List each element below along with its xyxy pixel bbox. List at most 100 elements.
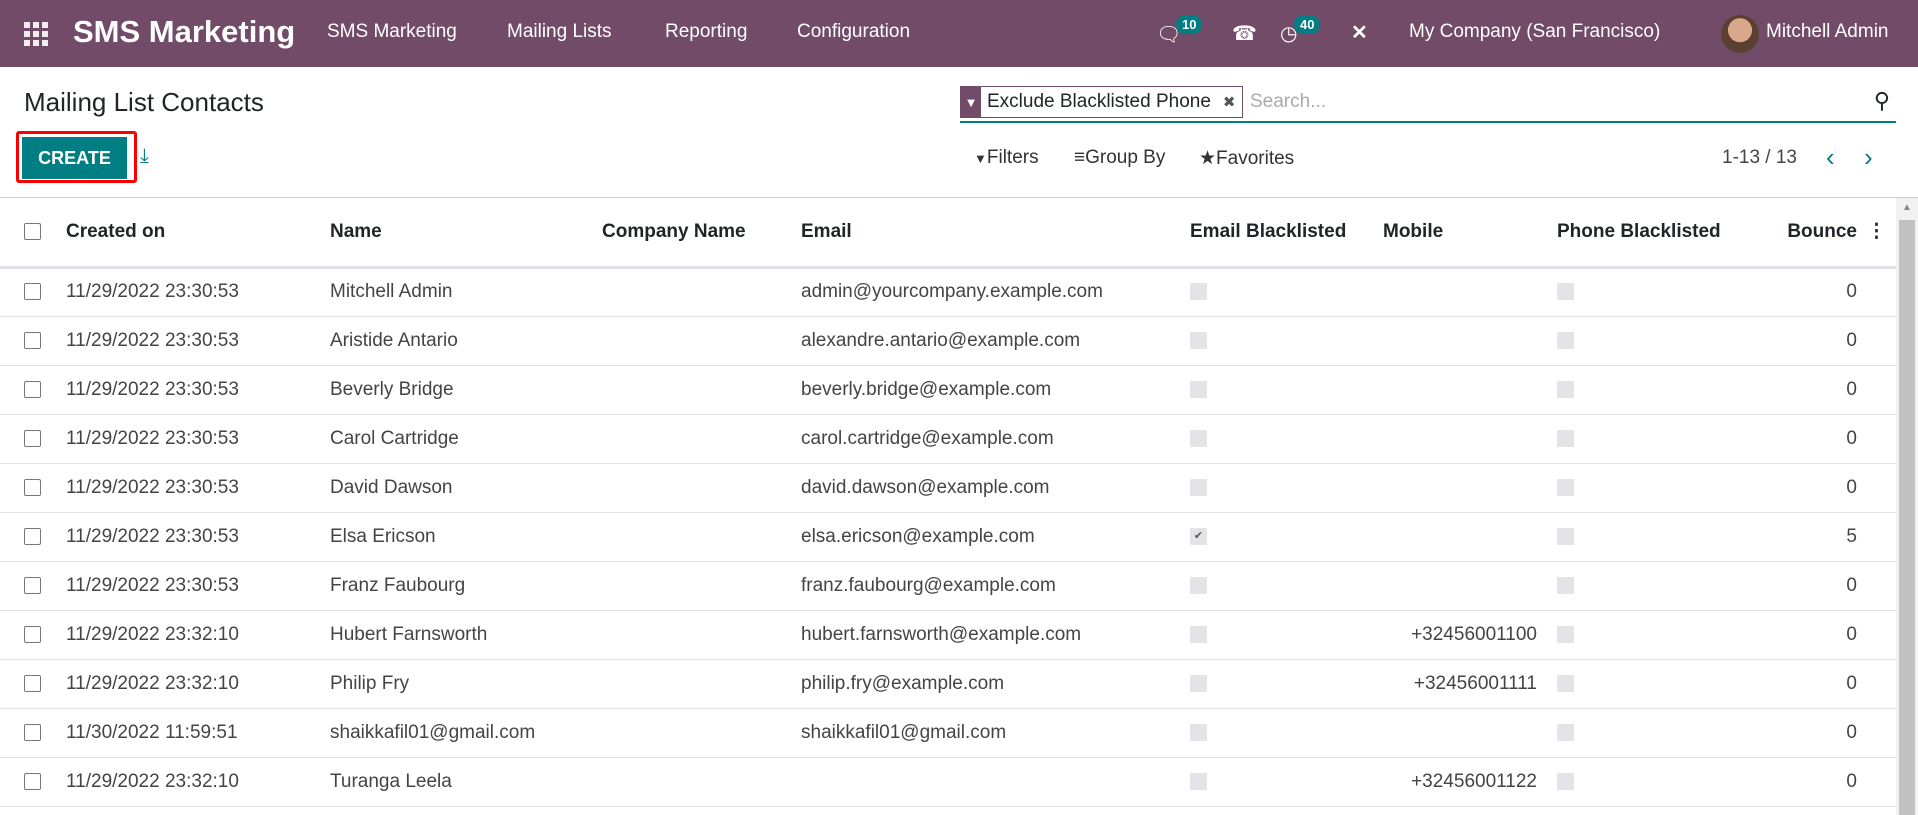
table-row[interactable]: 11/29/2022 23:30:53 Elsa Ericson elsa.er… [0, 512, 1896, 562]
menu-reporting[interactable]: Reporting [665, 21, 747, 43]
cell-name: Franz Faubourg [330, 561, 602, 611]
row-checkbox[interactable] [24, 723, 41, 741]
cell-mobile [1383, 708, 1557, 758]
row-checkbox[interactable] [24, 674, 41, 692]
remove-facet-icon[interactable]: ✖ [1217, 93, 1242, 111]
cell-company-name [602, 708, 801, 758]
cell-company-name [602, 659, 801, 709]
cell-company-name [602, 757, 801, 807]
column-mobile[interactable]: Mobile [1383, 198, 1557, 269]
cell-bounce: 0 [1787, 414, 1857, 464]
phone-blacklisted-checkbox [1557, 283, 1574, 301]
email-blacklisted-checkbox [1190, 331, 1207, 349]
search-icon[interactable]: ⚲ [1874, 88, 1890, 114]
table-header: Created on Name Company Name Email Email… [0, 198, 1896, 269]
contacts-table: Created on Name Company Name Email Email… [0, 198, 1896, 807]
cell-mobile [1383, 512, 1557, 562]
menu-sms-marketing[interactable]: SMS Marketing [327, 21, 457, 43]
cell-name: Philip Fry [330, 659, 602, 709]
optional-columns-icon[interactable]: ⋮ [1857, 198, 1896, 269]
table-row[interactable]: 11/29/2022 23:30:53 David Dawson david.d… [0, 463, 1896, 513]
cell-bounce: 0 [1787, 267, 1857, 317]
email-blacklisted-checkbox [1190, 283, 1207, 301]
cell-email: elsa.ericson@example.com [801, 512, 1190, 562]
menu-configuration[interactable]: Configuration [797, 21, 910, 43]
menu-mailing-lists[interactable]: Mailing Lists [507, 21, 612, 43]
scrollbar-thumb[interactable] [1899, 220, 1915, 815]
search-input[interactable] [1250, 88, 1810, 116]
avatar[interactable] [1721, 15, 1759, 53]
email-blacklisted-checkbox [1190, 723, 1207, 741]
phone-icon[interactable]: ☎ [1232, 21, 1257, 46]
cell-email: shaikkafil01@gmail.com [801, 708, 1190, 758]
cell-mobile [1383, 414, 1557, 464]
row-checkbox[interactable] [24, 331, 41, 349]
column-email[interactable]: Email [801, 198, 1190, 269]
table-row[interactable]: 11/29/2022 23:30:53 Beverly Bridge bever… [0, 365, 1896, 415]
cell-email: hubert.farnsworth@example.com [801, 610, 1190, 660]
cell-created-on: 11/29/2022 23:32:10 [66, 659, 330, 709]
email-blacklisted-checkbox [1190, 674, 1207, 692]
filters-button[interactable]: ▼Filters [974, 147, 1039, 169]
column-created-on[interactable]: Created on [66, 198, 330, 269]
group-by-label: Group By [1085, 147, 1166, 168]
apps-menu-icon[interactable] [24, 22, 48, 46]
select-all-checkbox[interactable] [24, 223, 41, 241]
cell-bounce: 0 [1787, 708, 1857, 758]
column-name[interactable]: Name [330, 198, 602, 269]
page-title: Mailing List Contacts [24, 87, 264, 117]
company-switcher[interactable]: My Company (San Francisco) [1409, 21, 1660, 43]
pager-previous-icon[interactable]: ‹ [1826, 142, 1835, 173]
scrollbar[interactable]: ▲ [1896, 198, 1918, 815]
cell-mobile [1383, 316, 1557, 366]
table-row[interactable]: 11/29/2022 23:32:10 Hubert Farnsworth hu… [0, 610, 1896, 660]
cell-bounce: 0 [1787, 757, 1857, 807]
email-blacklisted-checkbox: ✔ [1190, 527, 1207, 545]
search-bar: ▼ Exclude Blacklisted Phone ✖ ⚲ [960, 86, 1896, 123]
row-checkbox[interactable] [24, 576, 41, 594]
row-checkbox[interactable] [24, 772, 41, 790]
row-checkbox[interactable] [24, 380, 41, 398]
table-row[interactable]: 11/29/2022 23:30:53 Aristide Antario ale… [0, 316, 1896, 366]
cell-email [801, 757, 1190, 807]
cell-bounce: 0 [1787, 365, 1857, 415]
row-checkbox[interactable] [24, 625, 41, 643]
cell-name: shaikkafil01@gmail.com [330, 708, 602, 758]
column-company-name[interactable]: Company Name [602, 198, 801, 269]
debug-tools-icon[interactable]: ✕ [1351, 20, 1368, 45]
pager-value[interactable]: 1-13 / 13 [1722, 147, 1797, 169]
row-checkbox[interactable] [24, 429, 41, 447]
table-row[interactable]: 11/29/2022 23:30:53 Mitchell Admin admin… [0, 267, 1896, 317]
row-checkbox[interactable] [24, 527, 41, 545]
row-checkbox[interactable] [24, 478, 41, 496]
favorites-label: Favorites [1216, 148, 1295, 169]
table-row[interactable]: 11/30/2022 11:59:51 shaikkafil01@gmail.c… [0, 708, 1896, 758]
table-row[interactable]: 11/29/2022 23:30:53 Franz Faubourg franz… [0, 561, 1896, 611]
favorites-button[interactable]: ★Favorites [1199, 147, 1294, 170]
table-row[interactable]: 11/29/2022 23:32:10 Philip Fry philip.fr… [0, 659, 1896, 709]
scroll-up-icon[interactable]: ▲ [1902, 202, 1912, 213]
column-email-blacklisted[interactable]: Email Blacklisted [1190, 198, 1383, 269]
app-brand[interactable]: SMS Marketing [73, 14, 295, 50]
cell-mobile [1383, 561, 1557, 611]
table-row[interactable]: 11/29/2022 23:30:53 Carol Cartridge caro… [0, 414, 1896, 464]
cell-created-on: 11/30/2022 11:59:51 [66, 708, 330, 758]
cell-mobile: +32456001122 [1383, 757, 1557, 807]
group-by-button[interactable]: ≡Group By [1074, 147, 1165, 169]
table-row[interactable]: 11/29/2022 23:32:10 Turanga Leela +32456… [0, 757, 1896, 807]
cell-name: Carol Cartridge [330, 414, 602, 464]
search-facet: ▼ Exclude Blacklisted Phone ✖ [960, 86, 1243, 118]
row-checkbox[interactable] [24, 283, 41, 301]
cell-email: admin@yourcompany.example.com [801, 267, 1190, 317]
column-phone-blacklisted[interactable]: Phone Blacklisted [1557, 198, 1787, 269]
cell-created-on: 11/29/2022 23:32:10 [66, 757, 330, 807]
cell-bounce: 0 [1787, 610, 1857, 660]
download-icon[interactable]: ⤓ [140, 145, 149, 168]
pager-next-icon[interactable]: › [1864, 142, 1873, 173]
phone-blacklisted-checkbox [1557, 527, 1574, 545]
column-bounce[interactable]: Bounce [1787, 198, 1857, 269]
create-button[interactable]: CREATE [22, 137, 127, 179]
cell-created-on: 11/29/2022 23:30:53 [66, 561, 330, 611]
cell-company-name [602, 512, 801, 562]
user-menu[interactable]: Mitchell Admin [1766, 21, 1889, 43]
